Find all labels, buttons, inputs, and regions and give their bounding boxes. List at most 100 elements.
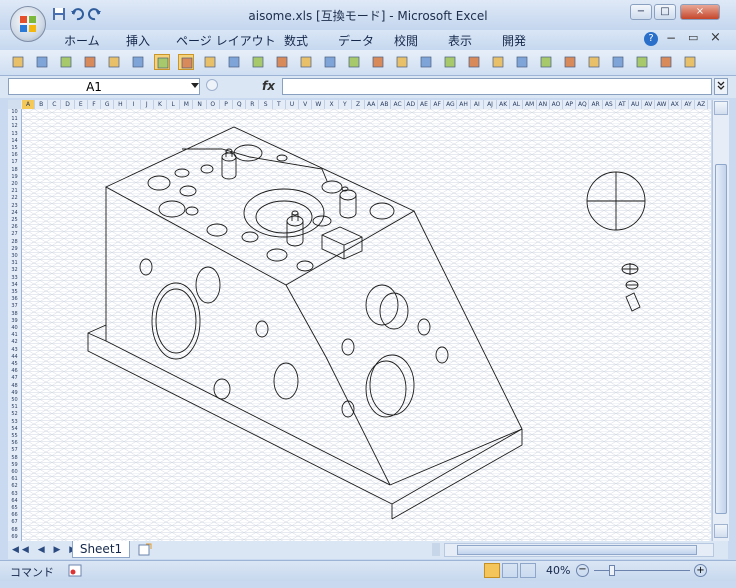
- column-header-AA[interactable]: AA: [365, 100, 379, 109]
- align-right-icon[interactable]: [682, 54, 698, 70]
- column-header-AB[interactable]: AB: [378, 100, 392, 109]
- column-header-K[interactable]: K: [154, 100, 167, 109]
- crop-icon[interactable]: [394, 54, 410, 70]
- column-header-AW[interactable]: AW: [656, 100, 669, 109]
- doc-restore-button[interactable]: ▭: [688, 31, 698, 44]
- row-header-57[interactable]: 57: [8, 447, 21, 454]
- sheet-tab[interactable]: Sheet1: [72, 541, 130, 558]
- row-header-27[interactable]: 27: [8, 231, 21, 238]
- paste-icon[interactable]: [10, 54, 26, 70]
- normal-view-icon[interactable]: [130, 54, 146, 70]
- row-header-12[interactable]: 12: [8, 123, 21, 130]
- maximize-button[interactable]: □: [654, 4, 676, 20]
- column-header-U[interactable]: U: [286, 100, 299, 109]
- row-header-67[interactable]: 67: [8, 519, 21, 526]
- select-icon[interactable]: [178, 54, 194, 70]
- row-header-61[interactable]: 61: [8, 476, 21, 483]
- row-header-23[interactable]: 23: [8, 203, 21, 210]
- zoom-in-icon[interactable]: +: [694, 564, 707, 577]
- row-header-63[interactable]: 63: [8, 491, 21, 498]
- page-view-icon[interactable]: [106, 54, 122, 70]
- column-header-S[interactable]: S: [260, 100, 273, 109]
- row-header-50[interactable]: 50: [8, 397, 21, 404]
- row-header-10[interactable]: 10: [8, 109, 21, 116]
- row-header-38[interactable]: 38: [8, 311, 21, 318]
- vertical-scrollbar[interactable]: [712, 100, 729, 541]
- column-header-AU[interactable]: AU: [629, 100, 643, 109]
- select-all-corner[interactable]: [8, 100, 21, 109]
- row-header-47[interactable]: 47: [8, 375, 21, 382]
- row-header-29[interactable]: 29: [8, 246, 21, 253]
- row-header-68[interactable]: 68: [8, 527, 21, 534]
- column-header-AX[interactable]: AX: [669, 100, 682, 109]
- column-header-I[interactable]: I: [128, 100, 141, 109]
- tab-page-layout[interactable]: ページ レイアウト: [176, 32, 276, 49]
- row-header-48[interactable]: 48: [8, 383, 21, 390]
- view-page-break-button[interactable]: [520, 563, 536, 578]
- name-box[interactable]: A1: [8, 78, 200, 95]
- formula-input[interactable]: [282, 78, 712, 95]
- column-header-T[interactable]: T: [273, 100, 286, 109]
- column-header-M[interactable]: M: [180, 100, 194, 109]
- row-header-65[interactable]: 65: [8, 505, 21, 512]
- column-header-AF[interactable]: AF: [431, 100, 445, 109]
- worksheet-grid[interactable]: [22, 109, 711, 541]
- row-header-52[interactable]: 52: [8, 411, 21, 418]
- column-header-W[interactable]: W: [312, 100, 326, 109]
- row-header-41[interactable]: 41: [8, 332, 21, 339]
- vertical-scroll-thumb[interactable]: [715, 164, 727, 514]
- view-normal-button[interactable]: [484, 563, 500, 578]
- scroll-down-button[interactable]: [714, 524, 728, 538]
- line-style-icon[interactable]: [538, 54, 554, 70]
- row-header-42[interactable]: 42: [8, 339, 21, 346]
- row-header-28[interactable]: 28: [8, 239, 21, 246]
- column-header-R[interactable]: R: [246, 100, 260, 109]
- row-header-16[interactable]: 16: [8, 152, 21, 159]
- column-header-AO[interactable]: AO: [550, 100, 563, 109]
- column-header-AC[interactable]: AC: [392, 100, 405, 109]
- column-header-AD[interactable]: AD: [405, 100, 418, 109]
- column-header-V[interactable]: V: [299, 100, 313, 109]
- shadow-icon[interactable]: [610, 54, 626, 70]
- shape-icon[interactable]: [418, 54, 434, 70]
- row-header-19[interactable]: 19: [8, 174, 21, 181]
- column-header-AT[interactable]: AT: [616, 100, 629, 109]
- row-header-54[interactable]: 54: [8, 426, 21, 433]
- arrow-style-icon[interactable]: [586, 54, 602, 70]
- column-header-F[interactable]: F: [88, 100, 101, 109]
- column-header-AN[interactable]: AN: [537, 100, 550, 109]
- column-header-H[interactable]: H: [114, 100, 128, 109]
- minimize-button[interactable]: −: [630, 4, 652, 20]
- pen-icon[interactable]: [490, 54, 506, 70]
- undo-icon[interactable]: [70, 7, 84, 21]
- doc-minimize-button[interactable]: −: [666, 31, 676, 45]
- row-header-56[interactable]: 56: [8, 440, 21, 447]
- row-header-69[interactable]: 69: [8, 534, 21, 541]
- align-icon[interactable]: [226, 54, 242, 70]
- align-center-icon[interactable]: [658, 54, 674, 70]
- align-left-icon[interactable]: [634, 54, 650, 70]
- horizontal-scroll-thumb[interactable]: [457, 545, 697, 555]
- column-header-D[interactable]: D: [62, 100, 75, 109]
- row-header-37[interactable]: 37: [8, 303, 21, 310]
- formula-splitter[interactable]: [206, 79, 218, 91]
- row-header-20[interactable]: 20: [8, 181, 21, 188]
- row-header-31[interactable]: 31: [8, 260, 21, 267]
- distribute-icon[interactable]: [250, 54, 266, 70]
- row-header-44[interactable]: 44: [8, 354, 21, 361]
- sheet-insert-icon[interactable]: [138, 543, 152, 556]
- row-header-55[interactable]: 55: [8, 433, 21, 440]
- arrow-left-icon[interactable]: [466, 54, 482, 70]
- row-header-66[interactable]: 66: [8, 512, 21, 519]
- column-header-AP[interactable]: AP: [563, 100, 577, 109]
- column-header-AI[interactable]: AI: [471, 100, 484, 109]
- dash-style-icon[interactable]: [562, 54, 578, 70]
- close-button[interactable]: ×: [680, 4, 720, 20]
- row-header-32[interactable]: 32: [8, 267, 21, 274]
- row-header-45[interactable]: 45: [8, 361, 21, 368]
- column-header-L[interactable]: L: [167, 100, 181, 109]
- tab-home[interactable]: ホーム: [64, 32, 100, 49]
- row-header-21[interactable]: 21: [8, 188, 21, 195]
- zoom-out-icon[interactable]: −: [576, 564, 589, 577]
- column-header-AR[interactable]: AR: [590, 100, 603, 109]
